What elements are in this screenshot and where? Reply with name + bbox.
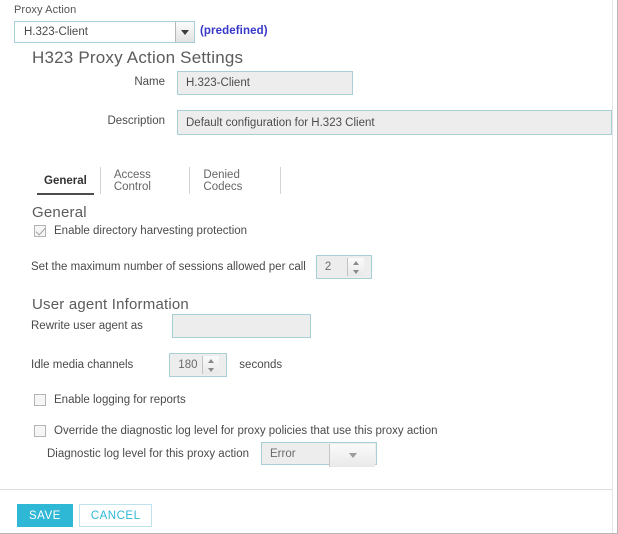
enable-logging-for-reports-label: Enable logging for reports xyxy=(54,394,186,406)
rewrite-user-agent-row: Rewrite user agent as xyxy=(31,314,311,338)
caret-down-glyph xyxy=(181,29,189,35)
checkbox-checked-icon xyxy=(34,225,46,237)
stepper-arrows[interactable] xyxy=(202,356,220,374)
checkbox-unchecked-icon xyxy=(34,425,46,437)
enable-directory-harvesting-protection-checkbox[interactable]: Enable directory harvesting protection xyxy=(34,225,247,237)
enable-directory-harvesting-protection-label: Enable directory harvesting protection xyxy=(54,225,248,237)
general-section-heading: General xyxy=(32,204,87,221)
idle-media-channels-stepper[interactable]: 180 xyxy=(169,353,228,377)
rewrite-user-agent-label: Rewrite user agent as xyxy=(31,320,143,332)
stepper-up-icon[interactable] xyxy=(203,356,219,365)
enable-logging-for-reports-checkbox[interactable]: Enable logging for reports xyxy=(34,394,186,406)
name-label: Name xyxy=(134,76,165,88)
diagnostic-log-level-value: Error xyxy=(270,447,296,460)
diagnostic-log-level-select[interactable]: Error xyxy=(261,442,377,467)
predefined-note: (predefined) xyxy=(200,25,268,37)
cancel-button[interactable]: CANCEL xyxy=(78,504,153,527)
footer-divider xyxy=(0,489,617,490)
idle-media-channels-label: Idle media channels xyxy=(31,359,134,371)
stepper-down-icon[interactable] xyxy=(203,365,219,374)
proxy-action-select-value: H.323-Client xyxy=(15,22,175,42)
tab-access-control[interactable]: Access Control xyxy=(101,167,191,194)
tab-general[interactable]: General xyxy=(31,167,101,195)
footer-button-bar: SAVE CANCEL xyxy=(17,504,153,527)
max-sessions-label: Set the maximum number of sessions allow… xyxy=(31,261,306,273)
description-input[interactable]: Default configuration for H.323 Client xyxy=(177,110,612,135)
max-sessions-value: 2 xyxy=(324,261,332,273)
name-field-row: Name H.323-Client xyxy=(95,71,353,95)
chevron-down-icon[interactable] xyxy=(175,22,194,42)
rewrite-user-agent-input[interactable] xyxy=(171,314,311,338)
max-sessions-row: Set the maximum number of sessions allow… xyxy=(31,255,372,279)
idle-media-channels-row: Idle media channels 180 seconds xyxy=(31,353,282,377)
name-input[interactable]: H.323-Client xyxy=(177,71,353,95)
checkbox-unchecked-icon xyxy=(34,394,46,406)
settings-tabs: General Access Control Denied Codecs xyxy=(31,167,281,195)
diagnostic-log-level-label: Diagnostic log level for this proxy acti… xyxy=(47,447,249,460)
override-diagnostic-log-level-checkbox[interactable]: Override the diagnostic log level for pr… xyxy=(34,425,438,437)
proxy-action-select[interactable]: H.323-Client xyxy=(14,21,195,43)
override-diagnostic-log-level-label: Override the diagnostic log level for pr… xyxy=(54,425,438,437)
stepper-arrows[interactable] xyxy=(346,258,364,276)
user-agent-section-heading: User agent Information xyxy=(32,296,189,313)
page-title: H323 Proxy Action Settings xyxy=(32,48,244,67)
proxy-action-settings-page: Proxy Action H.323-Client (predefined) H… xyxy=(0,0,618,534)
max-sessions-stepper[interactable]: 2 xyxy=(315,255,372,279)
stepper-down-icon[interactable] xyxy=(348,267,364,276)
tab-denied-codecs[interactable]: Denied Codecs xyxy=(190,167,281,194)
idle-media-channels-value: 180 xyxy=(178,359,198,371)
right-edge-gutter xyxy=(612,0,617,533)
stepper-up-icon[interactable] xyxy=(348,258,364,267)
idle-media-channels-units: seconds xyxy=(239,359,283,371)
chevron-down-icon[interactable] xyxy=(329,444,375,467)
save-button[interactable]: SAVE xyxy=(17,504,73,527)
proxy-action-label: Proxy Action xyxy=(14,4,77,16)
diagnostic-log-level-row: Diagnostic log level for this proxy acti… xyxy=(47,442,377,467)
description-field-row: Description Default configuration for H.… xyxy=(95,110,612,135)
description-label: Description xyxy=(107,115,165,127)
